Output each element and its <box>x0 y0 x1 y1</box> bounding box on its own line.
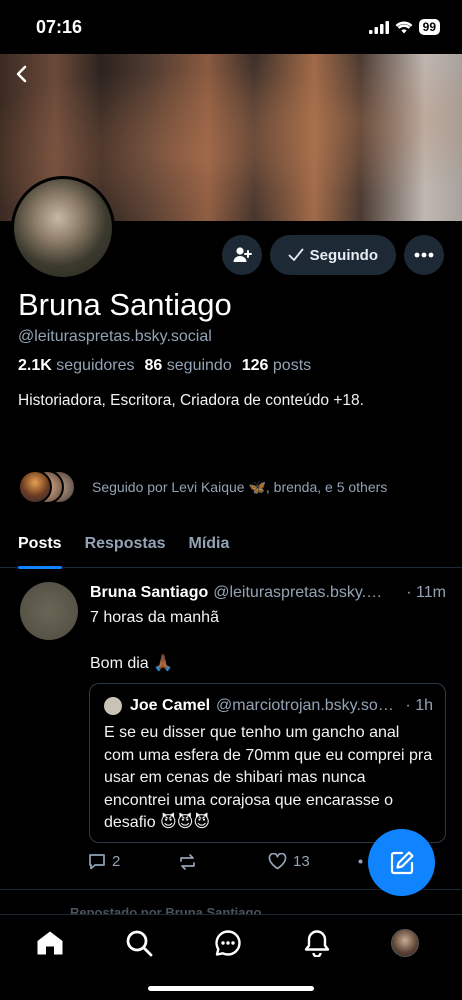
reply-icon <box>89 854 105 870</box>
follower-avatar <box>18 470 52 504</box>
following-count: 86 <box>144 357 163 374</box>
following-button[interactable]: Seguindo <box>269 235 396 275</box>
post-text-line: 7 horas da manhã <box>90 609 219 626</box>
followers-label: seguidores <box>56 357 135 374</box>
tab-media[interactable]: Mídia <box>189 530 230 568</box>
followers-stat[interactable]: 2.1K seguidores <box>18 357 135 375</box>
battery-indicator: 99 <box>418 19 440 35</box>
following-stat[interactable]: 86 seguindo <box>145 357 232 375</box>
profile-avatar <box>391 929 419 957</box>
status-time: 07:16 <box>36 16 83 37</box>
profile-actions: Seguindo <box>221 235 444 275</box>
nav-search[interactable] <box>123 927 155 959</box>
nav-profile[interactable] <box>389 927 421 959</box>
compose-icon <box>390 850 414 874</box>
nav-notifications[interactable] <box>301 927 333 959</box>
compose-button[interactable] <box>368 829 435 896</box>
bottom-navigation <box>0 914 462 1000</box>
quoted-post-header: Joe Camel @marciotrojan.bsky.so… · 1h <box>104 697 433 715</box>
chevron-left-icon <box>16 65 27 83</box>
repost-icon <box>180 853 195 870</box>
post-author-avatar[interactable] <box>20 582 78 640</box>
display-name: Bruna Santiago <box>18 287 232 322</box>
reply-button[interactable]: 2 <box>88 853 178 870</box>
check-icon <box>288 248 304 261</box>
post-text-line: Bom dia 🙏🏾 <box>90 655 174 672</box>
posts-label: posts <box>272 357 312 374</box>
quoted-author-handle: @marciotrojan.bsky.so… <box>216 697 394 714</box>
profile-bio: Historiadora, Escritora, Criadora de con… <box>18 392 364 409</box>
profile-tabs: Posts Respostas Mídia <box>0 530 462 569</box>
repost-button[interactable] <box>178 853 268 870</box>
like-count: 13 <box>293 853 310 870</box>
quoted-author-name: Joe Camel <box>130 697 211 714</box>
more-options-button[interactable] <box>404 235 444 275</box>
post-header: Bruna Santiago @leituraspretas.bsky.… · … <box>90 584 446 602</box>
back-button[interactable] <box>10 62 34 86</box>
known-followers[interactable]: Seguido por Levi Kaique 🦋, brenda, e 5 o… <box>18 470 387 504</box>
known-followers-avatars <box>18 470 80 504</box>
profile-avatar[interactable] <box>11 176 115 280</box>
suggest-follows-button[interactable] <box>221 235 262 275</box>
quoted-post-text: E se eu disser que tenho um gancho anal … <box>104 724 433 831</box>
following-button-label: Seguindo <box>309 246 378 264</box>
nav-home[interactable] <box>34 927 66 959</box>
profile-handle: @leituraspretas.bsky.social <box>18 328 212 345</box>
add-user-icon <box>233 247 252 262</box>
heart-icon <box>268 853 287 870</box>
like-button[interactable]: 13 <box>268 853 358 870</box>
reply-count: 2 <box>112 853 121 870</box>
following-label: seguindo <box>166 357 232 374</box>
profile-stats: 2.1K seguidores 86 seguindo 126 posts <box>18 357 311 375</box>
post-author-handle[interactable]: @leituraspretas.bsky.… <box>213 584 382 602</box>
home-icon <box>37 931 63 955</box>
ellipsis-icon <box>414 252 434 258</box>
posts-stat: 126 posts <box>242 357 311 375</box>
search-icon <box>126 930 153 957</box>
followers-count: 2.1K <box>18 357 52 374</box>
post-timestamp: · 11m <box>406 584 446 601</box>
quoted-author-avatar <box>104 697 122 715</box>
post-text: 7 horas da manhã Bom dia 🙏🏾 <box>90 606 446 675</box>
bell-icon <box>304 930 330 957</box>
status-icons: 99 <box>368 19 440 35</box>
known-followers-text: Seguido por Levi Kaique 🦋, brenda, e 5 o… <box>92 478 388 495</box>
tab-replies[interactable]: Respostas <box>85 530 166 568</box>
wifi-icon <box>395 21 413 33</box>
status-bar: 07:16 99 <box>0 0 462 54</box>
home-indicator <box>148 986 314 991</box>
quoted-post-timestamp: · 1h <box>405 697 433 714</box>
quoted-post[interactable]: Joe Camel @marciotrojan.bsky.so… · 1h E … <box>89 683 446 843</box>
chat-icon <box>215 930 241 956</box>
posts-count: 126 <box>241 357 269 374</box>
nav-chat[interactable] <box>212 927 244 959</box>
tab-posts[interactable]: Posts <box>18 530 62 569</box>
post-actions: 2 13 <box>88 853 388 870</box>
post-author-name[interactable]: Bruna Santiago <box>90 584 208 602</box>
signal-icon <box>368 20 389 34</box>
